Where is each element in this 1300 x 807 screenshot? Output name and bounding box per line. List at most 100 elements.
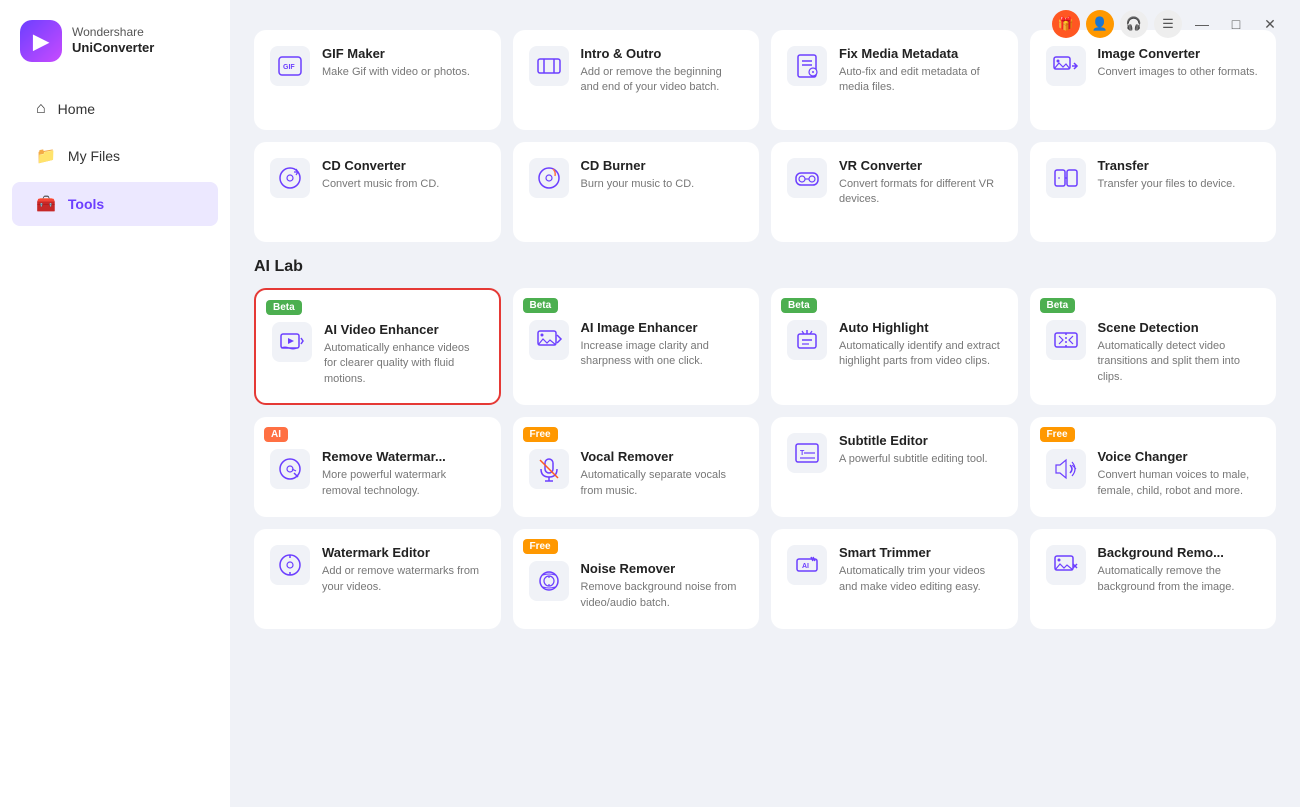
sidebar-item-tools-label: Tools (68, 196, 104, 212)
card-noise-remover[interactable]: Free Noise Remover Remove background noi… (513, 529, 760, 629)
intro-outro-icon (529, 46, 569, 86)
watermark-editor-desc: Add or remove watermarks from your video… (322, 564, 485, 595)
card-subtitle-editor[interactable]: T Subtitle Editor A powerful subtitle ed… (771, 417, 1018, 517)
cd-converter-title: CD Converter (322, 158, 485, 173)
card-vocal-remover[interactable]: Free Vocal Remover Automatically separat… (513, 417, 760, 517)
ai-video-enhancer-badge: Beta (266, 300, 302, 315)
cd-converter-desc: Convert music from CD. (322, 177, 485, 192)
scene-detection-desc: Automatically detect video transitions a… (1098, 339, 1261, 385)
card-cd-burner[interactable]: CD Burner Burn your music to CD. (513, 142, 760, 242)
cd-converter-icon (270, 158, 310, 198)
transfer-desc: Transfer your files to device. (1098, 177, 1261, 192)
background-remover-desc: Automatically remove the background from… (1098, 564, 1261, 595)
cd-burner-desc: Burn your music to CD. (581, 177, 744, 192)
image-converter-title: Image Converter (1098, 46, 1261, 61)
noise-remover-icon (529, 561, 569, 601)
noise-remover-title: Noise Remover (581, 561, 744, 576)
cd-burner-title: CD Burner (581, 158, 744, 173)
ai-lab-grid-row3: Watermark Editor Add or remove watermark… (254, 529, 1276, 629)
ai-video-enhancer-title: AI Video Enhancer (324, 322, 483, 337)
user-button[interactable]: 👤 (1086, 10, 1114, 38)
ai-video-enhancer-icon (272, 322, 312, 362)
ai-lab-grid-row2: AI Remove Watermar... More powerful wate… (254, 417, 1276, 517)
logo-icon: ▶ (20, 20, 62, 62)
fix-metadata-title: Fix Media Metadata (839, 46, 1002, 61)
card-cd-converter[interactable]: CD Converter Convert music from CD. (254, 142, 501, 242)
watermark-editor-title: Watermark Editor (322, 545, 485, 560)
sidebar-item-tools[interactable]: 🧰 Tools (12, 182, 218, 226)
card-gif-maker[interactable]: GIF GIF Maker Make Gif with video or pho… (254, 30, 501, 130)
card-fix-metadata[interactable]: Fix Media Metadata Auto-fix and edit met… (771, 30, 1018, 130)
card-vr-converter[interactable]: VR Converter Convert formats for differe… (771, 142, 1018, 242)
sidebar-item-files-label: My Files (68, 148, 120, 164)
headset-button[interactable]: 🎧 (1120, 10, 1148, 38)
vr-converter-desc: Convert formats for different VR devices… (839, 177, 1002, 208)
tools-grid-row2: CD Converter Convert music from CD. CD B… (254, 142, 1276, 242)
noise-remover-badge: Free (523, 539, 558, 554)
gif-maker-title: GIF Maker (322, 46, 485, 61)
watermark-editor-icon (270, 545, 310, 585)
auto-highlight-icon (787, 320, 827, 360)
ai-image-enhancer-badge: Beta (523, 298, 559, 313)
logo-area: ▶ Wondershare UniConverter (0, 20, 230, 86)
voice-changer-title: Voice Changer (1098, 449, 1261, 464)
fix-metadata-desc: Auto-fix and edit metadata of media file… (839, 65, 1002, 96)
image-converter-icon (1046, 46, 1086, 86)
background-remover-title: Background Remo... (1098, 545, 1261, 560)
minimize-button[interactable]: — (1188, 10, 1216, 38)
image-converter-desc: Convert images to other formats. (1098, 65, 1261, 80)
card-background-remover[interactable]: Background Remo... Automatically remove … (1030, 529, 1277, 629)
scene-detection-title: Scene Detection (1098, 320, 1261, 335)
sidebar-item-home-label: Home (58, 101, 95, 117)
card-ai-video-enhancer[interactable]: Beta AI Video Enhancer Automatically enh… (254, 288, 501, 405)
subtitle-editor-icon: T (787, 433, 827, 473)
ai-image-enhancer-icon (529, 320, 569, 360)
card-scene-detection[interactable]: Beta Scene Detection Automatically detec… (1030, 288, 1277, 405)
vr-converter-title: VR Converter (839, 158, 1002, 173)
scene-detection-badge: Beta (1040, 298, 1076, 313)
remove-watermark-desc: More powerful watermark removal technolo… (322, 468, 485, 499)
files-icon: 📁 (36, 146, 56, 166)
svg-text:GIF: GIF (283, 64, 295, 71)
voice-changer-badge: Free (1040, 427, 1075, 442)
smart-trimmer-title: Smart Trimmer (839, 545, 1002, 560)
svg-text:AI: AI (802, 563, 809, 570)
remove-watermark-badge: AI (264, 427, 288, 442)
vocal-remover-icon (529, 449, 569, 489)
vocal-remover-badge: Free (523, 427, 558, 442)
main-content: GIF GIF Maker Make Gif with video or pho… (230, 0, 1300, 807)
card-intro-outro[interactable]: Intro & Outro Add or remove the beginnin… (513, 30, 760, 130)
smart-trimmer-icon: AI (787, 545, 827, 585)
card-smart-trimmer[interactable]: AI Smart Trimmer Automatically trim your… (771, 529, 1018, 629)
card-ai-image-enhancer[interactable]: Beta AI Image Enhancer Increase image cl… (513, 288, 760, 405)
ai-image-enhancer-title: AI Image Enhancer (581, 320, 744, 335)
intro-outro-desc: Add or remove the beginning and end of y… (581, 65, 744, 96)
ai-video-enhancer-desc: Automatically enhance videos for clearer… (324, 341, 483, 387)
sidebar: ▶ Wondershare UniConverter ⌂ Home 📁 My F… (0, 0, 230, 807)
sidebar-item-home[interactable]: ⌂ Home (12, 88, 218, 130)
gift-button[interactable]: 🎁 (1052, 10, 1080, 38)
maximize-button[interactable]: □ (1222, 10, 1250, 38)
fix-metadata-icon (787, 46, 827, 86)
card-watermark-editor[interactable]: Watermark Editor Add or remove watermark… (254, 529, 501, 629)
remove-watermark-icon (270, 449, 310, 489)
vocal-remover-title: Vocal Remover (581, 449, 744, 464)
tools-icon: 🧰 (36, 194, 56, 214)
card-auto-highlight[interactable]: Beta Auto Highlight Automatically identi… (771, 288, 1018, 405)
remove-watermark-title: Remove Watermar... (322, 449, 485, 464)
logo-text: Wondershare UniConverter (72, 25, 154, 57)
close-button[interactable]: ✕ (1256, 10, 1284, 38)
subtitle-editor-desc: A powerful subtitle editing tool. (839, 452, 1002, 467)
voice-changer-desc: Convert human voices to male, female, ch… (1098, 468, 1261, 499)
transfer-title: Transfer (1098, 158, 1261, 173)
menu-button[interactable]: ☰ (1154, 10, 1182, 38)
card-voice-changer[interactable]: Free Voice Changer Convert human voices … (1030, 417, 1277, 517)
transfer-icon (1046, 158, 1086, 198)
ai-lab-grid-row1: Beta AI Video Enhancer Automatically enh… (254, 288, 1276, 405)
scene-detection-icon (1046, 320, 1086, 360)
subtitle-editor-title: Subtitle Editor (839, 433, 1002, 448)
ai-image-enhancer-desc: Increase image clarity and sharpness wit… (581, 339, 744, 370)
card-remove-watermark[interactable]: AI Remove Watermar... More powerful wate… (254, 417, 501, 517)
sidebar-item-my-files[interactable]: 📁 My Files (12, 134, 218, 178)
card-transfer[interactable]: Transfer Transfer your files to device. (1030, 142, 1277, 242)
